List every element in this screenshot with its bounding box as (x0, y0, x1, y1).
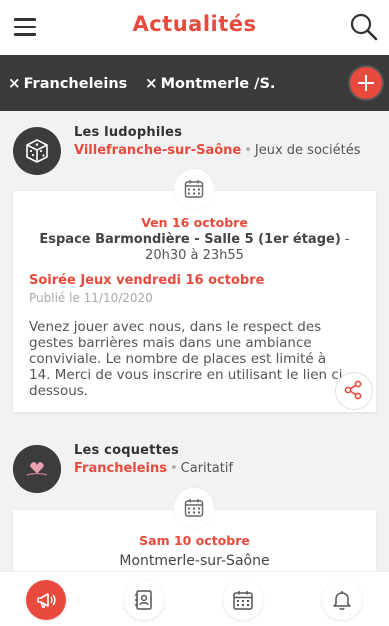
megaphone-icon (37, 593, 56, 608)
event-description: Venez jouer avec nous, dans le respect d… (29, 319, 348, 399)
nav-news[interactable] (26, 580, 66, 620)
organizer-meta: Francheleins • Caritatif (74, 461, 233, 476)
search-icon[interactable] (349, 12, 379, 42)
organizer-city: Francheleins (74, 461, 167, 476)
organizer-name[interactable]: Les ludophiles (74, 125, 182, 140)
organizer-name[interactable]: Les coquettes (74, 443, 179, 458)
filter-chip-label: Francheleins (23, 76, 128, 92)
bottom-navigation (0, 571, 389, 626)
event-card[interactable]: Ven 16 octobre Espace Barmondière - Sall… (13, 169, 376, 412)
event-location: Montmerle-sur-Saône (27, 553, 362, 569)
event-place: Espace Barmondière - Salle 5 (1er étage) (39, 232, 341, 247)
separator: • (170, 461, 178, 476)
nav-notifications[interactable] (322, 580, 362, 620)
coquettes-logo (13, 445, 61, 493)
close-icon[interactable]: × (8, 74, 21, 92)
calendar-icon (184, 180, 204, 198)
filter-bar: × Francheleins × Montmerle /S. (0, 55, 389, 111)
organizer-category: Caritatif (180, 461, 234, 476)
event-location: Espace Barmondière - Salle 5 (1er étage)… (27, 232, 362, 264)
dice-icon (26, 139, 48, 163)
share-button[interactable] (335, 372, 373, 410)
event-place: Montmerle-sur-Saône (119, 553, 270, 569)
avatar[interactable] (13, 445, 61, 493)
organizer-category: Jeux de sociétés (254, 143, 361, 158)
avatar[interactable] (13, 127, 61, 175)
add-filter-button[interactable] (350, 67, 382, 99)
organizer-city: Villefranche-sur-Saône (74, 143, 242, 158)
event-date-badge (174, 169, 214, 209)
event-published-date: Publié le 11/10/2020 (29, 291, 153, 305)
nav-directory[interactable] (124, 580, 164, 620)
close-icon[interactable]: × (145, 74, 158, 92)
event-date: Sam 10 octobre (139, 533, 250, 548)
event-date: Ven 16 octobre (141, 215, 248, 230)
filter-chip-montmerle[interactable]: × Montmerle /S. (145, 74, 275, 92)
contacts-book-icon (135, 590, 152, 610)
nav-agenda[interactable] (223, 580, 263, 620)
separator: • (244, 143, 252, 158)
share-icon (344, 380, 362, 400)
calendar-icon (184, 499, 204, 517)
filter-chip-francheleins[interactable]: × Francheleins (8, 74, 127, 92)
event-title[interactable]: Soirée Jeux vendredi 16 octobre (29, 273, 362, 288)
app-header: Actualités (0, 0, 389, 55)
calendar-icon (233, 591, 253, 610)
organizer-meta: Villefranche-sur-Saône • Jeux de sociétés (74, 143, 361, 158)
page-title: Actualités (132, 12, 257, 36)
event-date-badge (174, 488, 214, 528)
filter-chip-label: Montmerle /S. (160, 76, 276, 92)
bell-icon (333, 591, 351, 610)
